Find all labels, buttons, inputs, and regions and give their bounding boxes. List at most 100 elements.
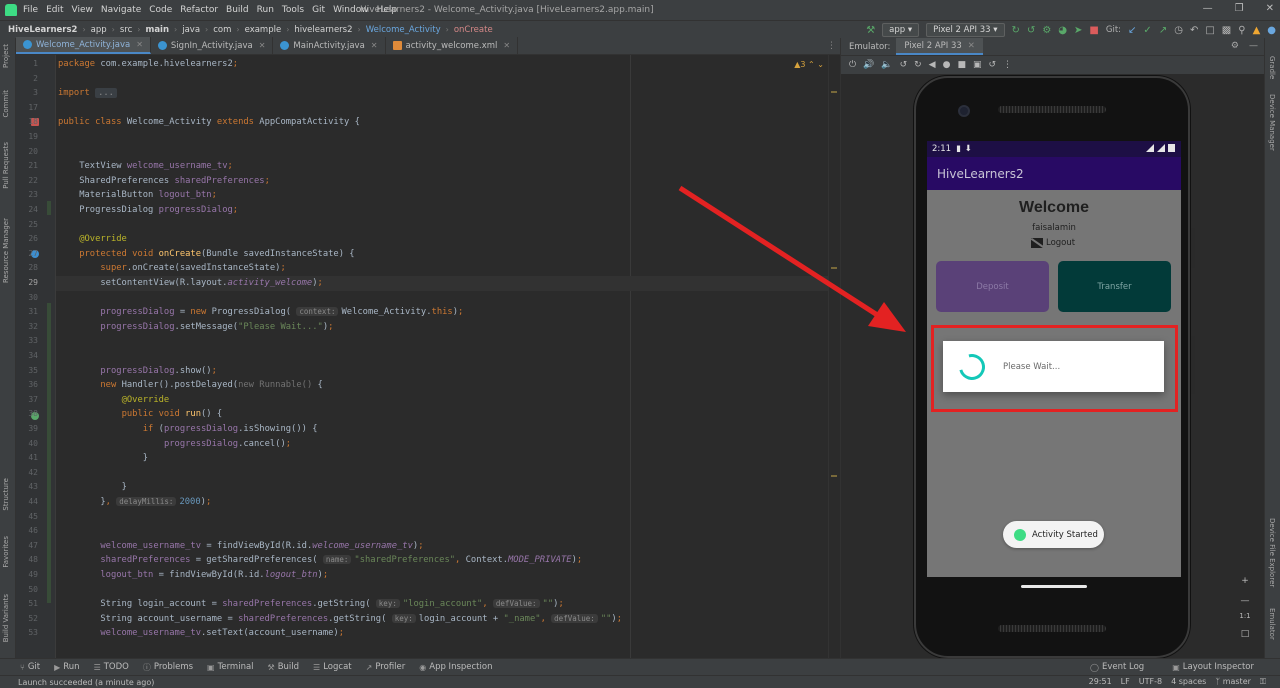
build-variants-tool-tab[interactable]: Build Variants <box>2 594 10 642</box>
home-gesture-pill[interactable] <box>1021 585 1087 588</box>
breadcrumb-item[interactable]: example <box>245 25 282 35</box>
stop-icon[interactable]: ■ <box>1089 25 1098 36</box>
warning-indicator[interactable]: ▲3 ⌃ ⌄ <box>794 60 824 69</box>
volume-key[interactable] <box>1191 336 1195 394</box>
menu-item-git[interactable]: Git <box>312 5 325 15</box>
tool-app-inspection[interactable]: ◉ App Inspection <box>419 662 492 673</box>
code-line[interactable]: 42 <box>28 466 840 481</box>
zoom-actual-size[interactable]: 1:1 <box>1236 612 1254 620</box>
code-line[interactable]: 47 welcome_username_tv = findViewById(R.… <box>28 539 840 554</box>
debug-icon[interactable]: ⚙ <box>1042 25 1051 36</box>
caret-position[interactable]: 29:51 <box>1089 677 1112 687</box>
code-line[interactable]: 45 <box>28 510 840 525</box>
device-select[interactable]: Pixel 2 API 33 ▾ <box>926 23 1005 37</box>
rotate-right-icon[interactable]: ↻ <box>914 60 922 70</box>
line-separator[interactable]: LF <box>1121 677 1130 687</box>
apply-changes-icon[interactable]: ↺ <box>1027 25 1035 36</box>
tool-logcat[interactable]: ☰ Logcat <box>313 662 352 673</box>
code-editor[interactable]: 1 package com.example.hivelearners2; 2 3 imp… <box>16 55 840 658</box>
editor-scrollbar[interactable] <box>828 55 840 658</box>
git-push-icon[interactable]: ↗ <box>1159 25 1167 36</box>
account-icon[interactable]: ● <box>1267 25 1276 36</box>
gear-icon[interactable]: ⚙ <box>1231 41 1239 51</box>
code-line[interactable]: 51 String login_account = sharedPreferen… <box>28 597 840 612</box>
breadcrumb-item[interactable]: hivelearners2 <box>294 25 352 35</box>
logout-button[interactable]: Logout <box>1031 238 1075 248</box>
code-line[interactable]: 41 } <box>28 451 840 466</box>
volume-up-icon[interactable]: 🔊 <box>863 60 874 70</box>
code-line[interactable]: 18 public class Welcome_Activity extends … <box>28 115 840 130</box>
close-icon[interactable]: ✕ <box>136 40 143 49</box>
run-config-select[interactable]: app ▾ <box>882 23 920 37</box>
rotate-left-icon[interactable]: ↺ <box>900 60 908 70</box>
code-line[interactable]: 23 MaterialButton logout_btn; <box>28 188 840 203</box>
tool-terminal[interactable]: ▣ Terminal <box>207 662 253 673</box>
code-line[interactable]: 43 } <box>28 480 840 495</box>
tab-mainactivity[interactable]: MainActivity.java ✕ <box>273 37 386 54</box>
code-line[interactable]: 48 sharedPreferences = getSharedPreferen… <box>28 553 840 568</box>
rerun-icon[interactable]: ↻ <box>1012 25 1020 36</box>
code-line[interactable]: 26 @Override <box>28 232 840 247</box>
menu-item-view[interactable]: View <box>72 5 93 15</box>
maximize-icon[interactable]: ❐ <box>1235 3 1244 14</box>
tool-todo[interactable]: ☰ TODO <box>94 662 129 673</box>
history-icon[interactable]: ◷ <box>1174 25 1183 36</box>
code-line[interactable]: 1 package com.example.hivelearners2; <box>33 57 840 72</box>
attach-debugger-icon[interactable]: ➤ <box>1074 25 1082 36</box>
code-line[interactable]: 31 progressDialog = new ProgressDialog( … <box>28 305 840 320</box>
close-icon[interactable]: ✕ <box>503 41 510 50</box>
code-line[interactable]: 21 TextView welcome_username_tv; <box>28 159 840 174</box>
resource-manager-tool-tab[interactable]: Resource Manager <box>2 218 10 283</box>
tool-git[interactable]: ⑂ Git <box>20 662 40 673</box>
volume-down-icon[interactable]: 🔈 <box>881 60 892 70</box>
rollback-icon[interactable]: ↶ <box>1190 25 1198 36</box>
deposit-button[interactable]: Deposit <box>936 261 1049 312</box>
commit-tool-tab[interactable]: Commit <box>2 90 10 118</box>
code-line[interactable]: 28 super.onCreate(savedInstanceState); <box>28 261 840 276</box>
code-line[interactable]: 19 <box>28 130 840 145</box>
code-line[interactable]: 53 welcome_username_tv.setText(account_u… <box>28 626 840 641</box>
breadcrumb-item[interactable]: src <box>120 25 132 35</box>
close-icon[interactable]: ✕ <box>1266 3 1274 14</box>
structure-tool-tab[interactable]: Structure <box>2 478 10 511</box>
tab-activity-welcome[interactable]: activity_welcome.xml ✕ <box>386 37 519 54</box>
code-line[interactable]: 24 ProgressDialog progressDialog; <box>28 203 840 218</box>
code-line[interactable]: 20 <box>28 145 840 160</box>
menu-item-refactor[interactable]: Refactor <box>180 5 218 15</box>
back-icon[interactable]: ◀ <box>929 60 936 70</box>
profile-icon[interactable]: ◕ <box>1058 25 1067 36</box>
project-tool-tab[interactable]: Project <box>2 44 10 68</box>
snapshot-icon[interactable]: ↺ <box>988 60 996 70</box>
breadcrumb-item[interactable]: com <box>213 25 231 35</box>
code-line[interactable]: 34 <box>28 349 840 364</box>
git-commit-icon[interactable]: ✓ <box>1143 25 1151 36</box>
code-line[interactable]: 27 protected void onCreate(Bundle savedI… <box>28 247 840 262</box>
event-log-button[interactable]: ◯ Event Log <box>1090 662 1144 672</box>
breadcrumb-item[interactable]: Welcome_Activity <box>366 25 441 35</box>
power-key[interactable] <box>1191 228 1195 268</box>
git-update-icon[interactable]: ↙ <box>1128 25 1136 36</box>
zoom-out-icon[interactable]: — <box>1236 596 1254 606</box>
transfer-button[interactable]: Transfer <box>1058 261 1171 312</box>
code-line[interactable]: 32 progressDialog.setMessage("Please Wai… <box>28 320 840 335</box>
indent-setting[interactable]: 4 spaces <box>1171 677 1206 687</box>
code-line[interactable]: 44 }, delayMillis: 2000); <box>28 495 840 510</box>
home-icon[interactable]: ● <box>943 60 951 70</box>
code-line[interactable]: 40 progressDialog.cancel(); <box>28 437 840 452</box>
breadcrumb-item[interactable]: app <box>91 25 107 35</box>
tool-build[interactable]: ⚒ Build <box>268 662 300 673</box>
code-line[interactable]: 50 <box>28 583 840 598</box>
favorites-tool-tab[interactable]: Favorites <box>2 536 10 568</box>
more-tabs-icon[interactable]: ⋮ <box>827 41 836 51</box>
code-line[interactable]: 30 <box>28 291 840 306</box>
search-icon[interactable]: ⚲ <box>1238 25 1245 36</box>
menu-item-file[interactable]: File <box>23 5 38 15</box>
code-line[interactable]: 17 <box>28 101 840 116</box>
tab-signin-activity[interactable]: SignIn_Activity.java ✕ <box>151 37 274 54</box>
code-line[interactable]: 46 <box>28 524 840 539</box>
lock-icon[interactable]: ⚿ <box>1260 677 1266 687</box>
breadcrumb-item[interactable]: onCreate <box>454 25 493 35</box>
code-line[interactable]: 22 SharedPreferences sharedPreferences; <box>28 174 840 189</box>
code-line[interactable]: 29 setContentView(R.layout.activity_welc… <box>28 276 840 291</box>
emulator-tool-tab[interactable]: Emulator <box>1268 608 1276 640</box>
